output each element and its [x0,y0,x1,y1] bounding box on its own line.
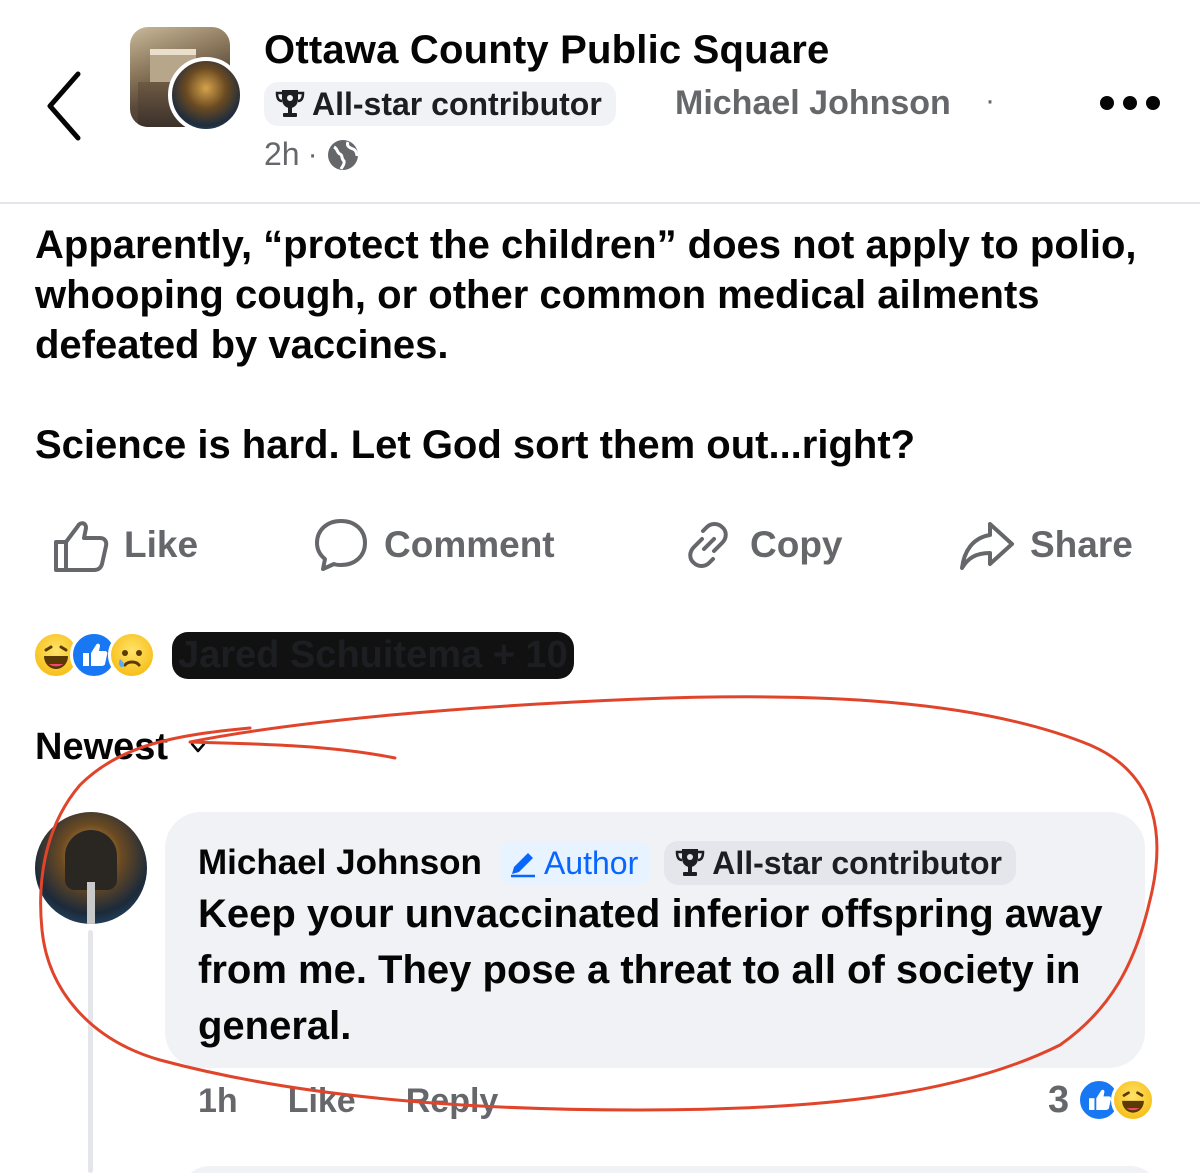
like-label: Like [124,524,199,565]
author-badge: Author [499,841,651,885]
separator-dot: · [307,137,318,171]
comment-footer: 1h Like Reply [198,1082,498,1121]
post-header: Ottawa County Public Square All-star con… [0,0,1200,204]
sad-reaction-icon [108,631,156,679]
post-paragraph: Apparently, “protect the children” does … [35,223,1137,367]
trophy-icon [275,90,305,117]
post-paragraph: Science is hard. Let God sort them out..… [35,423,916,467]
comment-header: Michael Johnson Author All-star contribu… [198,838,1016,888]
comment-author-name[interactable]: Michael Johnson [198,843,482,883]
haha-reaction-icon [1111,1078,1156,1122]
reactors-names-redacted[interactable]: Jared Schuitema + 10 [172,631,574,679]
link-icon [688,522,728,568]
group-name[interactable]: Ottawa County Public Square [264,28,829,73]
pencil-icon [510,853,535,878]
contributor-badge-label: All-star contributor [712,844,1002,881]
chevron-down-icon [190,742,206,752]
comment-icon [315,519,367,571]
comment-reply-button[interactable]: Reply [406,1082,499,1121]
thread-line [88,930,93,1173]
share-label: Share [1030,524,1133,565]
globe-icon [327,139,359,170]
post-author-name[interactable]: Michael Johnson [675,84,951,123]
separator-dot: · [985,84,995,117]
comment-text: Keep your unvaccinated inferior offsprin… [198,892,1103,1048]
chevron-left-icon [47,71,81,141]
post-body: Apparently, “protect the children” does … [35,220,1165,470]
copy-label: Copy [750,524,843,565]
post-time[interactable]: 2h [264,136,300,173]
author-badge-label: Author [543,844,639,881]
post-action-bar: Like Comment Copy Share [0,510,1200,580]
more-horizontal-icon [1100,96,1114,110]
thumbs-up-icon [54,521,109,572]
comment-sort-dropdown[interactable]: Newest [35,726,206,769]
like-button[interactable]: Like [52,510,198,580]
comment-reactions[interactable]: 3 [1048,1078,1156,1122]
sort-label: Newest [35,726,169,768]
comment-label: Comment [384,524,555,565]
comment-time[interactable]: 1h [198,1082,238,1121]
comment-avatar[interactable] [35,812,147,924]
share-button[interactable]: Share [958,510,1133,580]
more-options-button[interactable] [1100,88,1170,118]
contributor-badge[interactable]: All-star contributor [664,841,1016,885]
contributor-badge-label: All-star contributor [312,85,602,122]
back-button[interactable] [40,66,90,146]
next-comment-bubble [180,1166,1160,1173]
share-icon [960,522,1014,570]
contributor-badge[interactable]: All-star contributor [264,82,616,126]
author-avatar[interactable] [168,57,244,133]
post-meta: 2h · [264,136,360,173]
comment-like-button[interactable]: Like [288,1082,356,1121]
copy-link-button[interactable]: Copy [680,510,843,580]
comment-reaction-count: 3 [1048,1078,1070,1121]
comment-button[interactable]: Comment [312,510,555,580]
reactions-summary[interactable]: Jared Schuitema + 10 [32,630,574,680]
trophy-icon [675,849,705,876]
